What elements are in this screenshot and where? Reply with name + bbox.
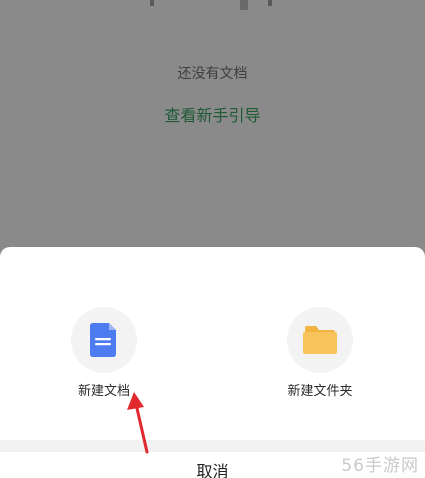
create-bottom-sheet: 新建文档 新建文件夹 取消 (0, 247, 425, 478)
annotation-arrow-icon (127, 392, 149, 454)
document-icon (90, 323, 116, 357)
watermark: 56手游网 (341, 456, 419, 476)
screen: 还没有文档 查看新手引导 新建文档 新建文件夹 取消 56手游网 (0, 0, 425, 478)
folder-icon (303, 326, 337, 354)
guide-link[interactable]: 查看新手引导 (0, 102, 425, 126)
empty-state-text: 还没有文档 (177, 66, 248, 82)
new-folder-icon-circle (287, 307, 353, 373)
new-folder-button[interactable]: 新建文件夹 (250, 307, 390, 401)
empty-illustration-icon (150, 0, 272, 10)
new-document-icon-circle (71, 307, 137, 373)
new-document-button[interactable]: 新建文档 (34, 307, 174, 401)
new-folder-label: 新建文件夹 (287, 384, 353, 399)
